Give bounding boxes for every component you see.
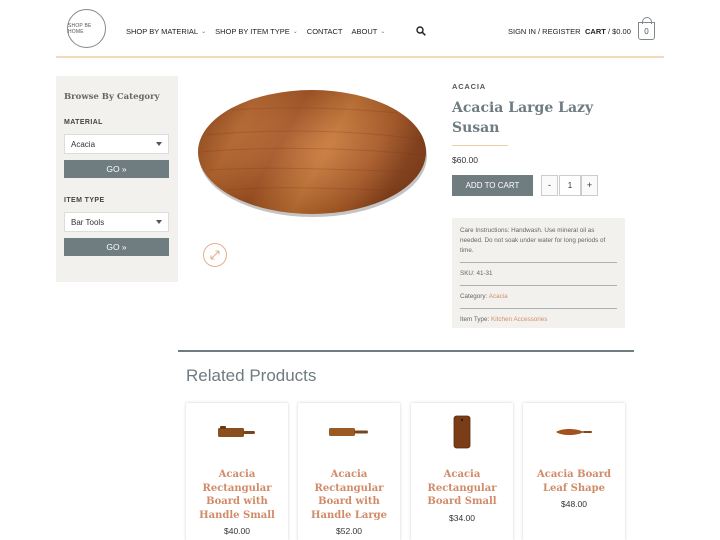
category-sidebar: Browse By Category MATERIAL Acacia GO » … bbox=[56, 76, 178, 282]
product-thumbnail[interactable] bbox=[186, 403, 288, 461]
item-type-meta-label: Item Type: bbox=[460, 316, 490, 323]
category-label: Category: bbox=[460, 293, 488, 300]
nav-label: SHOP BY ITEM TYPE bbox=[215, 27, 290, 36]
related-product-price: $34.00 bbox=[449, 512, 475, 523]
section-divider bbox=[178, 350, 634, 352]
material-value: Acacia bbox=[71, 140, 96, 149]
quantity-input[interactable]: 1 bbox=[559, 175, 581, 196]
related-product-name[interactable]: Acacia Rectangular Board with Handle Sma… bbox=[186, 468, 288, 522]
related-products-title: Related Products bbox=[186, 366, 317, 385]
related-product-name[interactable]: Acacia Rectangular Board with Handle Lar… bbox=[298, 468, 400, 522]
product-title: Acacia Large Lazy Susan bbox=[452, 100, 594, 136]
item-type-label: ITEM TYPE bbox=[64, 197, 105, 204]
nav-shop-by-item-type[interactable]: SHOP BY ITEM TYPE ⌄ bbox=[215, 27, 298, 36]
main-nav: SHOP BY MATERIAL ⌄ SHOP BY ITEM TYPE ⌄ C… bbox=[126, 27, 385, 36]
item-type-link[interactable]: Kitchen Accessories bbox=[491, 316, 547, 323]
product-thumbnail[interactable] bbox=[298, 403, 400, 461]
product-thumbnail[interactable] bbox=[523, 403, 625, 461]
chevron-down-icon: ⌄ bbox=[201, 29, 207, 35]
site-logo[interactable]: SHOP BE HOME bbox=[67, 9, 106, 48]
sidebar-title: Browse By Category bbox=[64, 92, 160, 102]
cart-count: 0 bbox=[644, 26, 649, 36]
product-image[interactable] bbox=[197, 80, 427, 220]
item-type-value: Bar Tools bbox=[71, 218, 105, 227]
search-icon[interactable] bbox=[416, 26, 426, 36]
zoom-icon[interactable] bbox=[203, 243, 227, 267]
quantity-decrease-button[interactable]: - bbox=[541, 175, 558, 196]
cart-label: CART bbox=[585, 27, 606, 36]
add-to-cart-button[interactable]: ADD TO CART bbox=[452, 175, 533, 196]
cart-bag-icon[interactable]: 0 bbox=[638, 17, 655, 40]
related-product-card[interactable]: Acacia Rectangular Board with Handle Lar… bbox=[298, 403, 400, 540]
related-product-price: $40.00 bbox=[224, 526, 250, 536]
related-product-price: $48.00 bbox=[561, 499, 587, 509]
signin-link[interactable]: SIGN IN / REGISTER bbox=[508, 27, 581, 36]
care-instructions: Care Instructions: Handwash. Use mineral… bbox=[460, 226, 617, 263]
related-product-name[interactable]: Acacia Rectangular Board Small bbox=[411, 468, 513, 509]
cart-total: / $0.00 bbox=[607, 27, 631, 36]
material-go-button[interactable]: GO » bbox=[64, 160, 169, 178]
product-item-type-row: Item Type: Kitchen Accessories bbox=[460, 315, 617, 331]
product-price: $60.00 bbox=[452, 155, 478, 165]
site-header: SHOP BE HOME SHOP BY MATERIAL ⌄ SHOP BY … bbox=[56, 0, 664, 58]
related-product-name[interactable]: Acacia Board Leaf Shape bbox=[523, 468, 625, 495]
dropdown-arrow-icon bbox=[156, 142, 162, 146]
nav-shop-by-material[interactable]: SHOP BY MATERIAL ⌄ bbox=[126, 27, 206, 36]
small-board-image bbox=[453, 415, 471, 449]
item-type-go-button[interactable]: GO » bbox=[64, 238, 169, 256]
related-product-card[interactable]: Acacia Rectangular Board with Handle Sma… bbox=[186, 403, 288, 540]
quantity-increase-button[interactable]: + bbox=[581, 175, 598, 196]
product-thumbnail[interactable] bbox=[411, 403, 513, 461]
related-product-card[interactable]: Acacia Board Leaf Shape $48.00 bbox=[523, 403, 625, 540]
nav-label: CONTACT bbox=[306, 27, 343, 36]
category-link[interactable]: Acacia bbox=[489, 293, 508, 300]
chevron-down-icon: ⌄ bbox=[380, 29, 386, 35]
nav-label: SHOP BY MATERIAL bbox=[126, 27, 199, 36]
product-sku: SKU: 41-31 bbox=[460, 269, 617, 286]
title-divider bbox=[452, 145, 508, 146]
leaf-board-image bbox=[556, 429, 592, 435]
product-category[interactable]: ACACIA bbox=[452, 82, 486, 91]
item-type-select[interactable]: Bar Tools bbox=[64, 212, 169, 232]
nav-about[interactable]: ABOUT ⌄ bbox=[351, 27, 385, 36]
product-meta-box: Care Instructions: Handwash. Use mineral… bbox=[452, 218, 625, 328]
product-category-row: Category: Acacia bbox=[460, 292, 617, 309]
nav-label: ABOUT bbox=[351, 27, 378, 36]
board-with-handle-image bbox=[218, 426, 255, 437]
material-select[interactable]: Acacia bbox=[64, 134, 169, 154]
material-label: MATERIAL bbox=[64, 119, 103, 126]
related-product-card[interactable]: Acacia Rectangular Board Small $34.00 bbox=[411, 403, 513, 540]
related-product-price: $52.00 bbox=[336, 526, 362, 536]
expand-arrows-icon bbox=[210, 250, 220, 260]
board-with-handle-image bbox=[329, 428, 368, 436]
nav-contact[interactable]: CONTACT bbox=[307, 27, 343, 36]
cart-link[interactable]: CART / $0.00 bbox=[585, 27, 631, 36]
dropdown-arrow-icon bbox=[156, 220, 162, 224]
chevron-down-icon: ⌄ bbox=[292, 29, 298, 35]
